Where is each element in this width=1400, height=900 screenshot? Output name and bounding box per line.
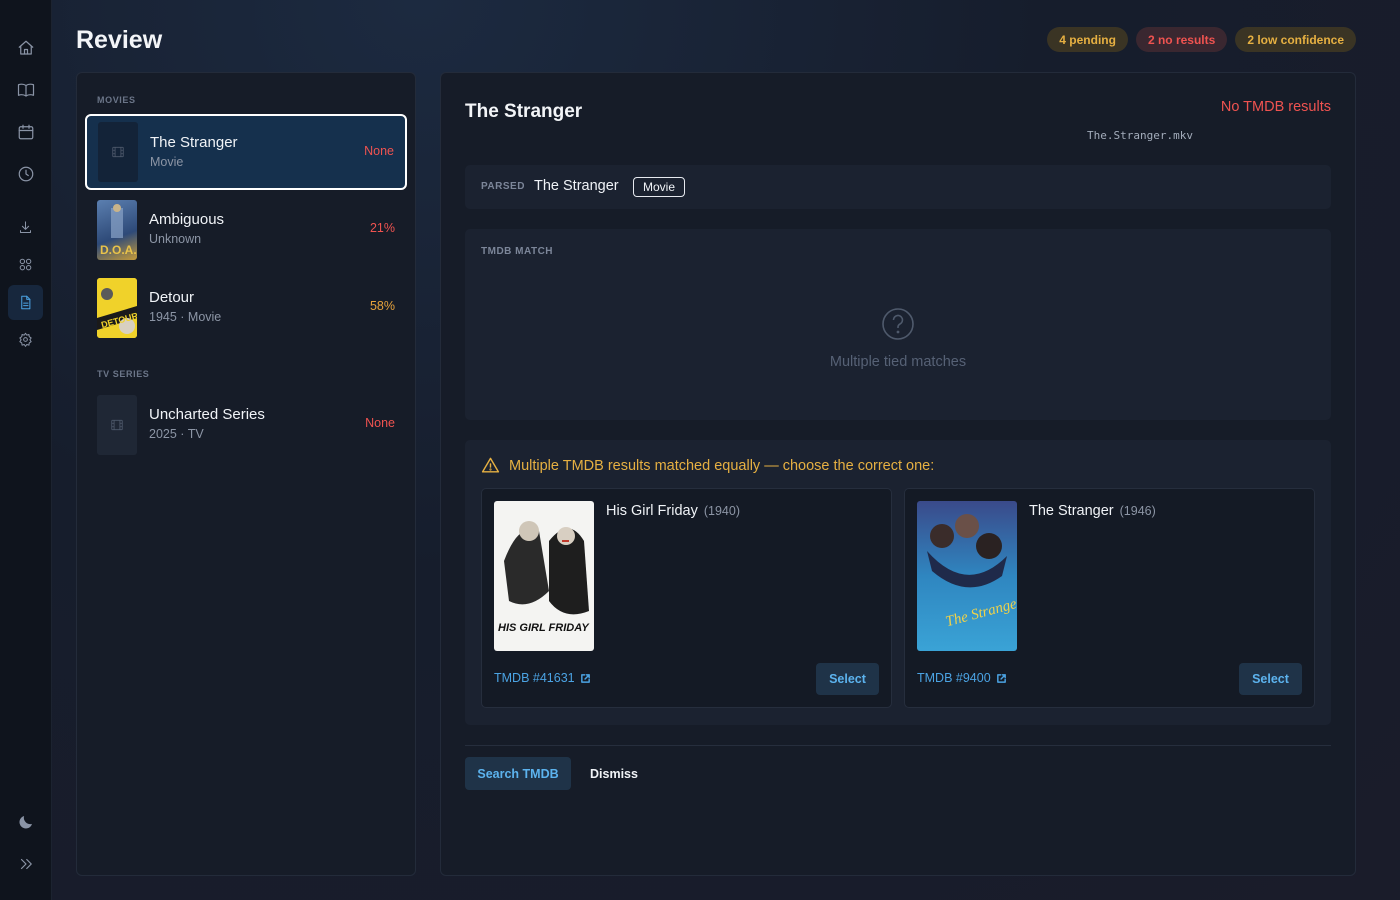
grid-icon[interactable]: [8, 247, 43, 282]
parsed-title: The Stranger: [534, 178, 619, 194]
item-title: Uncharted Series: [149, 406, 265, 423]
match-label: TMDB MATCH: [481, 246, 554, 257]
item-status: 21%: [369, 221, 395, 235]
parsed-type-badge: Movie: [633, 177, 686, 197]
dismiss-button[interactable]: Dismiss: [581, 757, 647, 790]
list-item-the-stranger[interactable]: The Stranger Movie None: [85, 114, 407, 190]
candidate-title: The Stranger (1946): [1029, 503, 1156, 519]
placeholder-poster: [97, 395, 137, 455]
list-item-uncharted-series[interactable]: Uncharted Series 2025 · TV None: [85, 387, 407, 463]
settings-icon[interactable]: [8, 322, 43, 357]
poster-caption: HIS GIRL FRIDAY: [498, 622, 590, 634]
search-tmdb-button[interactable]: Search TMDB: [465, 757, 571, 790]
tmdb-link[interactable]: TMDB #9400: [917, 671, 1007, 685]
detail-status: No TMDB results: [1220, 99, 1331, 115]
tmdb-link[interactable]: TMDB #41631: [494, 671, 591, 685]
review-detail-panel: The Stranger No TMDB results The.Strange…: [440, 72, 1356, 876]
moon-icon[interactable]: [8, 804, 43, 839]
item-subtitle: Movie: [150, 155, 184, 169]
expand-icon[interactable]: [8, 846, 43, 881]
tie-resolution-box: Multiple TMDB results matched equally — …: [465, 440, 1331, 725]
item-title: The Stranger: [150, 134, 238, 151]
list-item-ambiguous[interactable]: D.O.A. Ambiguous Unknown 21%: [85, 192, 407, 268]
item-subtitle: 2025 · TV: [149, 427, 204, 441]
page-title: Review: [76, 26, 163, 54]
external-link-icon: [580, 673, 590, 683]
select-button[interactable]: Select: [816, 663, 879, 695]
external-link-icon: [996, 673, 1006, 683]
detail-filename: The.Stranger.mkv: [1087, 129, 1193, 142]
no-results-badge[interactable]: 2 no results: [1135, 27, 1228, 52]
placeholder-poster: [98, 122, 138, 182]
poster-thumbnail: DETOUR: [97, 278, 137, 338]
home-icon[interactable]: [8, 30, 43, 65]
candidate-poster: HIS GIRL FRIDAY: [494, 501, 594, 651]
item-status: None: [364, 144, 394, 158]
question-icon: [881, 307, 915, 341]
match-empty-text: Multiple tied matches: [829, 354, 967, 370]
candidate-card: HIS GIRL FRIDAY His Girl Friday (1940) TM…: [481, 488, 892, 708]
list-item-detour[interactable]: DETOUR Detour 1945 · Movie 58%: [85, 270, 407, 346]
low-confidence-badge[interactable]: 2 low confidence: [1235, 27, 1356, 52]
item-status: None: [365, 416, 395, 430]
candidate-title: His Girl Friday (1940): [606, 503, 740, 519]
item-title: Detour: [149, 289, 195, 306]
candidate-card: The Stranger The Stranger (1946) TMDB #94…: [904, 488, 1315, 708]
item-subtitle: 1945 · Movie: [149, 310, 222, 324]
detail-title: The Stranger: [465, 101, 583, 122]
poster-thumbnail: D.O.A.: [97, 200, 137, 260]
calendar-icon[interactable]: [8, 114, 43, 149]
book-icon[interactable]: [8, 72, 43, 107]
parsed-label: PARSED: [481, 181, 525, 192]
tie-message: Multiple TMDB results matched equally — …: [509, 458, 935, 474]
item-title: Ambiguous: [149, 211, 225, 228]
status-badges: 4 pending 2 no results 2 low confidence: [1047, 27, 1356, 52]
review-list-panel: MOVIES The Stranger Movie None D.O.A. Am…: [76, 72, 416, 876]
pending-badge[interactable]: 4 pending: [1047, 27, 1128, 52]
download-icon[interactable]: [8, 210, 43, 245]
document-icon[interactable]: [8, 285, 43, 320]
section-label-movies: MOVIES: [97, 95, 136, 105]
sidebar-rail: [0, 0, 52, 900]
tmdb-match-box: TMDB MATCH Multiple tied matches: [465, 229, 1331, 420]
warning-icon: [481, 456, 500, 475]
parsed-info: PARSED The Stranger Movie: [465, 165, 1331, 209]
candidate-poster: The Stranger: [917, 501, 1017, 651]
film-icon: [111, 419, 123, 431]
film-icon: [112, 146, 124, 158]
item-status: 58%: [369, 299, 395, 313]
section-label-tv-series: TV SERIES: [97, 369, 150, 379]
candidate-year: (1940): [703, 504, 740, 518]
select-button[interactable]: Select: [1239, 663, 1302, 695]
clock-icon[interactable]: [8, 156, 43, 191]
item-subtitle: Unknown: [149, 232, 202, 246]
divider: [465, 745, 1331, 746]
svg-text:D.O.A.: D.O.A.: [100, 243, 137, 257]
candidate-year: (1946): [1119, 504, 1156, 518]
